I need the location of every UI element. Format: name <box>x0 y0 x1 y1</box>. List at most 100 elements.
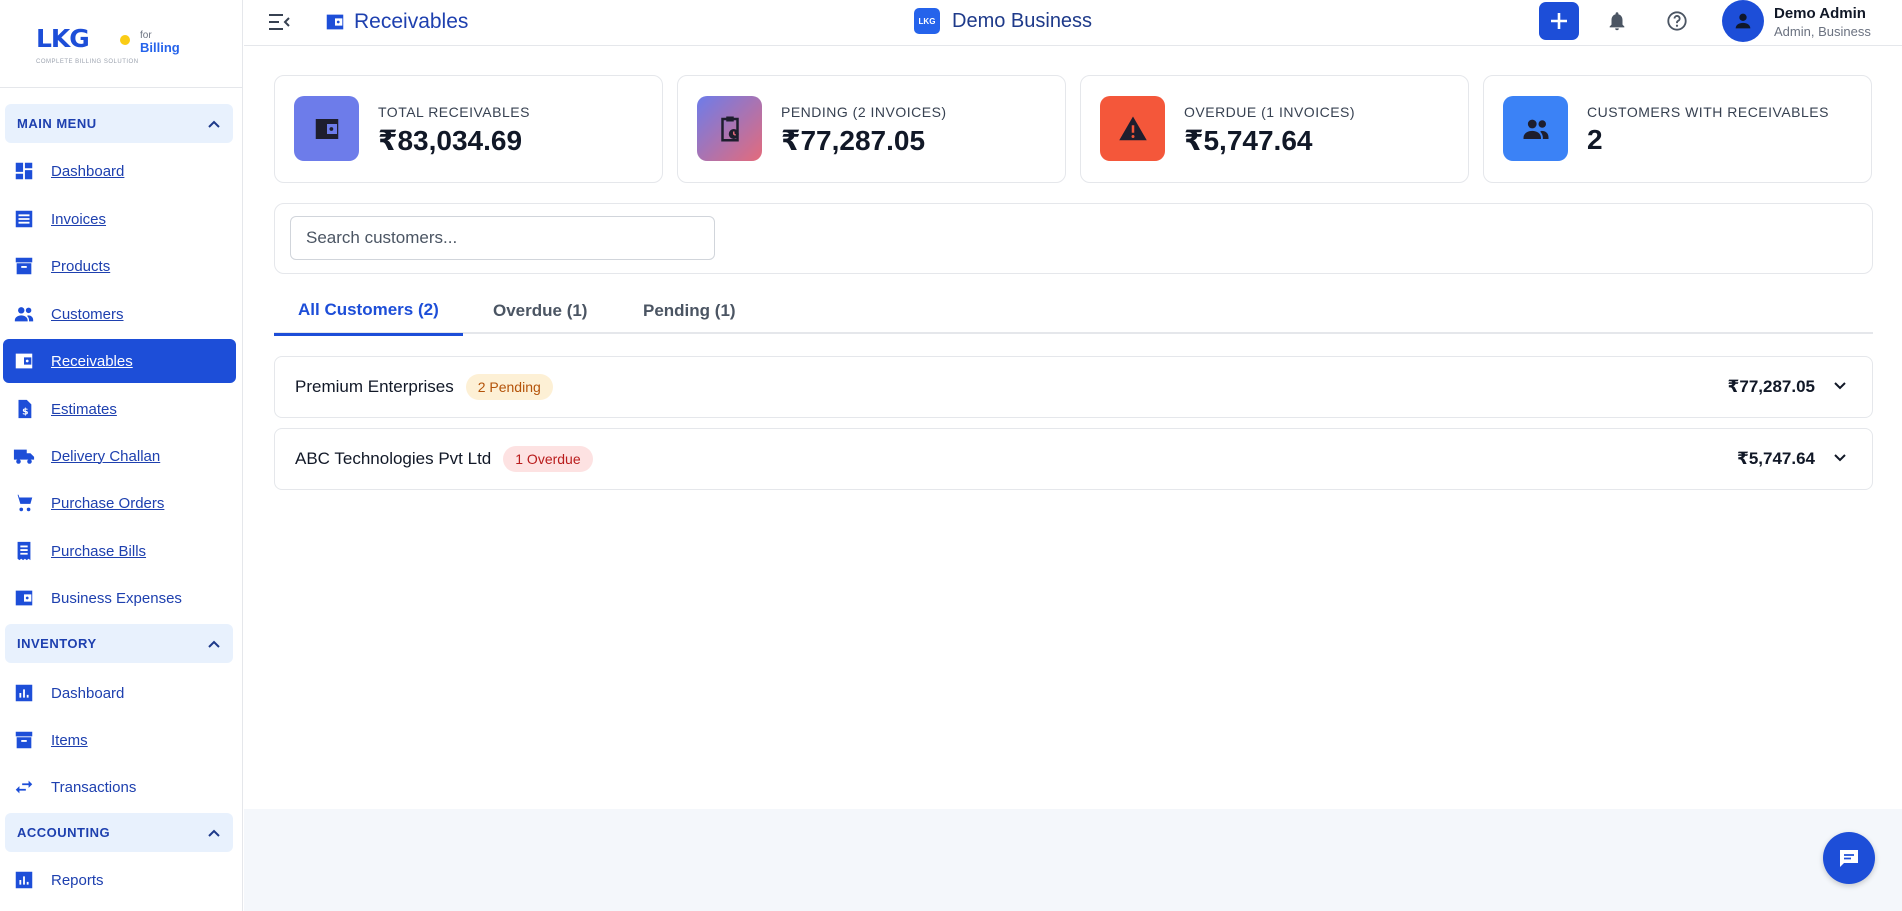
sidebar-item-transactions[interactable]: Transactions <box>3 765 236 809</box>
tab-overdue[interactable]: Overdue (1) <box>469 287 611 334</box>
tab-pending[interactable]: Pending (1) <box>619 287 760 334</box>
truck-icon <box>13 444 41 468</box>
section-title: INVENTORY <box>17 636 97 651</box>
card-label: CUSTOMERS WITH RECEIVABLES <box>1587 104 1829 120</box>
sidebar-item-label: Dashboard <box>51 162 125 180</box>
bell-icon[interactable] <box>1606 10 1628 32</box>
card-label: OVERDUE (1 INVOICES) <box>1184 104 1356 120</box>
card-value: 2 <box>1587 124 1603 155</box>
summary-card-pending: PENDING (2 INVOICES) ₹77,287.05 <box>677 75 1066 183</box>
section-main-menu[interactable]: MAIN MENU <box>5 104 233 143</box>
card-label: PENDING (2 INVOICES) <box>781 104 947 120</box>
sidebar-item-label: Receivables <box>51 352 133 370</box>
sidebar-item-estimates[interactable]: $ Estimates <box>3 387 236 431</box>
sidebar-item-receivables[interactable]: Receivables <box>3 339 236 383</box>
sidebar-item-dashboard[interactable]: Dashboard <box>3 149 236 193</box>
wallet-icon <box>13 586 41 610</box>
sidebar-item-label: Products <box>51 257 111 275</box>
svg-text:$: $ <box>22 407 28 418</box>
business-selector[interactable]: LKG Demo Business <box>914 8 1092 34</box>
archive-icon <box>13 254 41 278</box>
tab-all-customers[interactable]: All Customers (2) <box>274 287 463 336</box>
page-footer-area <box>244 809 1902 911</box>
summary-card-total: TOTAL RECEIVABLES ₹83,034.69 <box>274 75 663 183</box>
chevron-down-icon[interactable] <box>1832 378 1848 394</box>
section-inventory[interactable]: INVENTORY <box>5 624 233 663</box>
chevron-up-icon <box>208 120 220 128</box>
customer-row[interactable]: ABC Technologies Pvt Ltd 1 Overdue ₹5,74… <box>274 428 1873 490</box>
card-label: TOTAL RECEIVABLES <box>378 104 530 120</box>
sidebar-item-items[interactable]: Items <box>3 718 236 762</box>
sidebar-item-purchase-bills[interactable]: Purchase Bills <box>3 529 236 573</box>
sidebar-item-label: Delivery Challan <box>51 447 161 465</box>
filter-tabs: All Customers (2) Overdue (1) Pending (1… <box>274 287 1873 336</box>
card-icon-box <box>1100 96 1165 161</box>
sidebar-item-customers[interactable]: Customers <box>3 292 236 336</box>
customer-name: ABC Technologies Pvt Ltd <box>295 449 492 468</box>
chat-icon <box>1840 850 1858 867</box>
bar-chart-icon <box>13 681 41 705</box>
help-icon[interactable] <box>1666 10 1688 32</box>
customer-amount: ₹77,287.05 <box>1727 377 1815 396</box>
wallet-icon <box>326 14 344 30</box>
brand-logo[interactable]: LKG COMPLETE BILLING SOLUTION for Billin… <box>0 0 242 88</box>
invoice-icon <box>13 207 41 231</box>
pending-clipboard-icon <box>720 116 739 141</box>
sidebar-item-invoices[interactable]: Invoices <box>3 197 236 241</box>
sidebar-item-delivery-challan[interactable]: Delivery Challan <box>3 434 236 478</box>
brand-product: Billing <box>140 40 180 55</box>
sidebar-item-reports[interactable]: Reports <box>3 858 236 902</box>
sidebar-item-label: Transactions <box>51 778 137 796</box>
topbar: Receivables LKG Demo Business Demo Admin… <box>244 0 1902 46</box>
sidebar-item-label: Estimates <box>51 400 117 418</box>
sidebar-item-label: Invoices <box>51 210 107 228</box>
sidebar-item-products[interactable]: Products <box>3 244 236 288</box>
page-title-text: Receivables <box>354 10 469 33</box>
summary-card-overdue: OVERDUE (1 INVOICES) ₹5,747.64 <box>1080 75 1469 183</box>
status-badge: 2 Pending <box>465 374 553 400</box>
brand-tagline: COMPLETE BILLING SOLUTION <box>36 59 139 65</box>
customer-row[interactable]: Premium Enterprises 2 Pending ₹77,287.05 <box>274 356 1873 418</box>
search-input[interactable] <box>290 216 715 260</box>
plus-icon <box>1551 13 1567 29</box>
brand-mark: LKG <box>36 24 90 53</box>
user-role: Admin, Business <box>1774 24 1871 39</box>
chevron-down-icon[interactable] <box>1832 450 1848 466</box>
sidebar-item-label: Purchase Orders <box>51 494 165 512</box>
section-title: MAIN MENU <box>17 116 97 131</box>
summary-card-customers: CUSTOMERS WITH RECEIVABLES 2 <box>1483 75 1872 183</box>
menu-collapse-icon[interactable] <box>268 12 290 32</box>
customer-name: Premium Enterprises <box>295 377 454 396</box>
wallet-icon <box>13 349 41 373</box>
sidebar-item-label: Business Expenses <box>51 589 182 607</box>
card-value: ₹5,747.64 <box>1184 125 1313 156</box>
receipt-icon <box>13 539 41 563</box>
sidebar-item-purchase-orders[interactable]: Purchase Orders <box>3 481 236 525</box>
card-icon-box <box>294 96 359 161</box>
page-title: Receivables <box>324 10 468 34</box>
user-name[interactable]: Demo Admin <box>1774 5 1866 22</box>
business-logo: LKG <box>914 8 940 34</box>
warning-icon <box>1118 116 1147 140</box>
sidebar-item-label: Customers <box>51 305 124 323</box>
search-panel <box>274 203 1873 274</box>
card-icon-box <box>697 96 762 161</box>
main-content: TOTAL RECEIVABLES ₹83,034.69 PENDING (2 … <box>244 47 1902 809</box>
sidebar-item-business-expenses[interactable]: Business Expenses <box>3 576 236 620</box>
chat-button[interactable] <box>1823 832 1875 884</box>
section-title: ACCOUNTING <box>17 825 111 840</box>
swap-icon <box>13 775 41 799</box>
wallet-icon <box>315 118 338 139</box>
people-icon <box>1523 119 1548 139</box>
estimate-icon: $ <box>13 397 41 421</box>
cart-icon <box>13 491 41 515</box>
sidebar-item-label: Items <box>51 731 88 749</box>
add-button[interactable] <box>1539 2 1579 40</box>
dashboard-icon <box>13 159 41 183</box>
sidebar-item-label: Dashboard <box>51 684 125 702</box>
section-accounting[interactable]: ACCOUNTING <box>5 813 233 852</box>
avatar[interactable] <box>1722 0 1764 42</box>
sidebar-item-inventory-dashboard[interactable]: Dashboard <box>3 671 236 715</box>
chevron-up-icon <box>208 640 220 648</box>
person-icon <box>1735 13 1751 29</box>
